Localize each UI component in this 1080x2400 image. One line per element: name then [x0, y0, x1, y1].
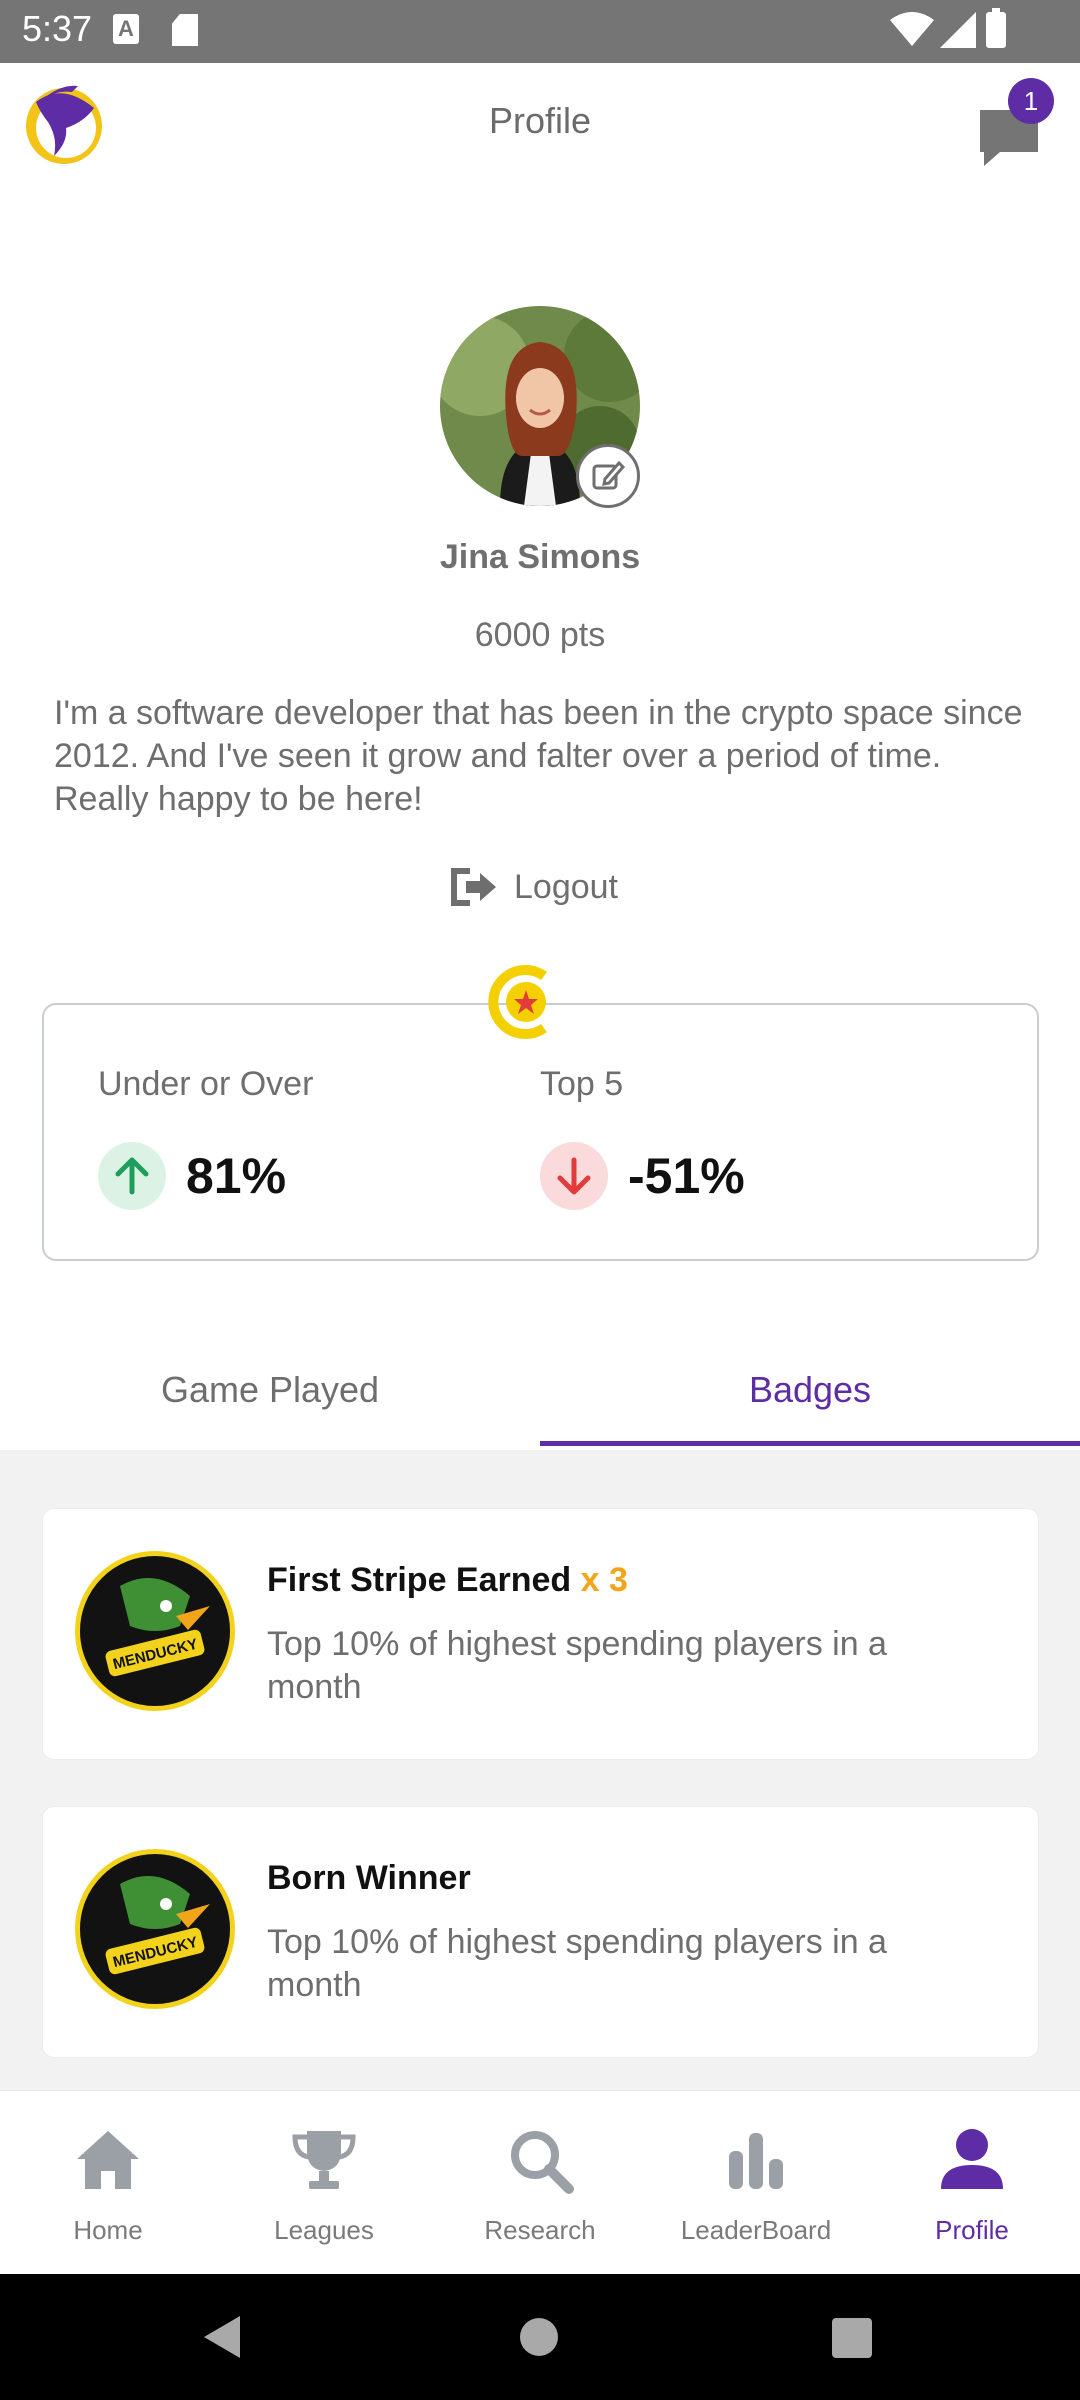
search-icon — [511, 2131, 574, 2194]
a-notification-icon: A — [113, 14, 139, 44]
badge-image: MENDUCKY — [75, 1551, 235, 1711]
notification-badge: 1 — [1008, 78, 1054, 124]
page-title: Profile — [488, 100, 592, 141]
user-bio: I'm a software developer that has been i… — [54, 694, 1023, 818]
badge-description: Top 10% of highest spending players in a… — [267, 1625, 887, 1706]
system-nav-bar — [0, 2274, 1080, 2400]
badge-description: Top 10% of highest spending players in a… — [267, 1923, 887, 2004]
nav-label: Home — [73, 2215, 143, 2245]
arrow-up-icon — [98, 1142, 166, 1210]
tab-game-played[interactable]: Game Played — [0, 1342, 540, 1446]
edit-avatar-button[interactable] — [576, 444, 640, 508]
home-button[interactable] — [520, 2318, 558, 2356]
nav-profile[interactable]: Profile — [864, 2091, 1080, 2275]
signal-icon — [940, 12, 976, 48]
sd-card-icon — [172, 14, 198, 46]
stat-label: Under or Over — [98, 1065, 314, 1103]
badge-title: Born Winner — [267, 1859, 471, 1898]
stat-top-5: Top 5 -51% — [540, 1065, 745, 1210]
nav-leaderboard[interactable]: LeaderBoard — [648, 2091, 864, 2275]
tab-badges[interactable]: Badges — [540, 1342, 1080, 1446]
nav-research[interactable]: Research — [432, 2091, 648, 2275]
nav-home[interactable]: Home — [0, 2091, 216, 2275]
badge-title-text: Born Winner — [267, 1859, 471, 1897]
status-time: 5:37 — [22, 8, 93, 49]
nav-label: Profile — [935, 2215, 1009, 2245]
stat-label: Top 5 — [540, 1065, 624, 1103]
wifi-icon — [890, 12, 934, 46]
battery-icon — [986, 8, 1006, 48]
nav-leagues[interactable]: Leagues — [216, 2091, 432, 2275]
tab-bar: Game Played Badges — [0, 1342, 1080, 1450]
user-name: Jina Simons — [439, 538, 641, 576]
bottom-nav: Home Leagues Research LeaderBoard Profil… — [0, 2090, 1080, 2274]
logout-icon — [451, 868, 496, 906]
logout-button[interactable]: Logout — [448, 862, 648, 912]
recents-button[interactable] — [832, 2318, 872, 2358]
person-icon — [941, 2129, 1003, 2189]
edit-icon — [592, 460, 625, 490]
bar-chart-icon — [729, 2133, 783, 2189]
logout-label: Logout — [514, 867, 618, 906]
list-item[interactable]: MENDUCKY Born Winner Top 10% of highest … — [42, 1806, 1039, 2058]
badge-title-text: First Stripe Earned — [267, 1561, 572, 1599]
nav-label: Research — [484, 2215, 596, 2245]
home-icon — [77, 2131, 139, 2189]
stat-under-or-over: Under or Over 81% — [98, 1065, 313, 1210]
badge-multiplier: x 3 — [580, 1561, 628, 1599]
user-points: 6000 pts — [474, 616, 606, 654]
badge-title: First Stripe Earned x 3 — [267, 1561, 628, 1600]
back-icon[interactable] — [200, 2314, 244, 2360]
stat-value: -51% — [628, 1148, 745, 1204]
coin-star-icon — [488, 965, 547, 1039]
arrow-down-icon — [540, 1142, 608, 1210]
badge-list: MENDUCKY First Stripe Earned x 3 Top 10%… — [0, 1450, 1080, 2090]
nav-label: LeaderBoard — [680, 2215, 832, 2245]
badge-image: MENDUCKY — [75, 1849, 235, 2009]
stat-value: 81% — [186, 1148, 287, 1204]
nav-label: Leagues — [274, 2215, 374, 2245]
status-bar: 5:37 A — [0, 0, 1080, 63]
trophy-icon — [292, 2131, 356, 2189]
list-item[interactable]: MENDUCKY First Stripe Earned x 3 Top 10%… — [42, 1508, 1039, 1760]
